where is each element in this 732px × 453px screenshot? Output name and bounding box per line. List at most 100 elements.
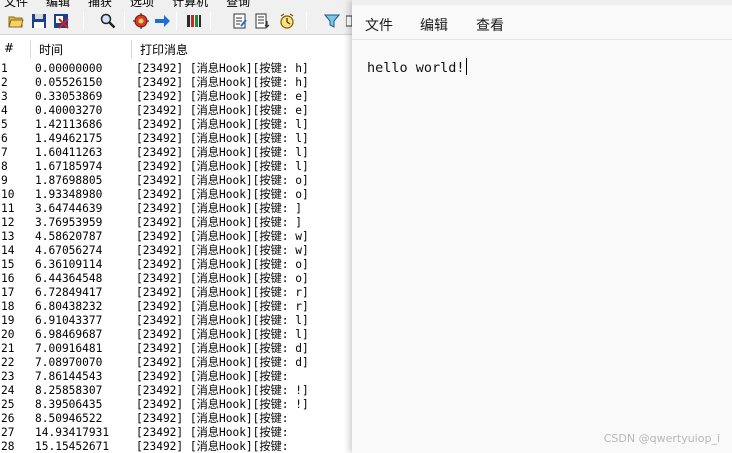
row-message: [23492] [消息Hook][按键: ]: [136, 216, 302, 229]
row-message: [23492] [消息Hook][按键: l]: [136, 314, 309, 327]
clock-icon[interactable]: [279, 13, 295, 29]
row-time: 14.93417931: [35, 426, 110, 439]
log-row[interactable]: 25 8.39506435 [23492] [消息Hook][按键: !]: [0, 398, 352, 412]
row-time: 0.05526150: [35, 76, 103, 89]
row-time: 8.39506435: [35, 398, 103, 411]
capture-kernel-icon[interactable]: [186, 13, 202, 29]
menu-view[interactable]: 查看: [476, 15, 504, 35]
row-time: 6.44364548: [35, 272, 103, 285]
row-time: 6.72849417: [35, 286, 103, 299]
debugview-toolbar: [0, 7, 352, 35]
menu-file[interactable]: 文件: [365, 15, 393, 35]
log-to-file-icon[interactable]: [255, 13, 271, 29]
row-number: 12: [1, 216, 15, 229]
log-row[interactable]: 4 0.40003270 [23492] [消息Hook][按键: e]: [0, 104, 352, 118]
row-number: 26: [1, 412, 15, 425]
open-folder-icon[interactable]: [8, 13, 24, 29]
row-number: 22: [1, 356, 15, 369]
log-row[interactable]: 12 3.76953959 [23492] [消息Hook][按键: ]: [0, 216, 352, 230]
row-time: 6.36109114: [35, 258, 103, 271]
log-row[interactable]: 20 6.98469687 [23492] [消息Hook][按键: l]: [0, 328, 352, 342]
row-number: 24: [1, 384, 15, 397]
notepad-window: 文件 编辑 查看 hello world! CSDN @qwertyuiop_i: [352, 0, 732, 453]
log-row[interactable]: 27 14.93417931 [23492] [消息Hook][按键:: [0, 426, 352, 440]
row-message: [23492] [消息Hook][按键: !]: [136, 384, 309, 397]
row-number: 27: [1, 426, 15, 439]
log-row[interactable]: 2 0.05526150 [23492] [消息Hook][按键: h]: [0, 76, 352, 90]
editor-text: hello world!: [367, 60, 465, 76]
editor-content[interactable]: hello world!: [367, 58, 467, 76]
row-message: [23492] [消息Hook][按键: e]: [136, 104, 309, 117]
row-number: 6: [1, 132, 8, 145]
row-time: 4.67056274: [35, 244, 103, 257]
row-number: 20: [1, 328, 15, 341]
log-row[interactable]: 22 7.08970070 [23492] [消息Hook][按键: d]: [0, 356, 352, 370]
log-row[interactable]: 10 1.93348980 [23492] [消息Hook][按键: o]: [0, 188, 352, 202]
text-editor[interactable]: hello world!: [352, 41, 732, 453]
log-row[interactable]: 1 0.00000000 [23492] [消息Hook][按键: h]: [0, 62, 352, 76]
debugview-menubar: 文件 编辑 捕获 选项 计算机 查询: [0, 0, 352, 9]
row-number: 14: [1, 244, 15, 257]
row-time: 3.64744639: [35, 202, 103, 215]
log-row[interactable]: 23 7.86144543 [23492] [消息Hook][按键:: [0, 370, 352, 384]
row-message: [23492] [消息Hook][按键: e]: [136, 90, 309, 103]
clear-log-icon[interactable]: [53, 13, 69, 29]
log-row[interactable]: 3 0.33053869 [23492] [消息Hook][按键: e]: [0, 90, 352, 104]
log-row[interactable]: 24 8.25858307 [23492] [消息Hook][按键: !]: [0, 384, 352, 398]
row-time: 6.98469687: [35, 328, 103, 341]
log-row[interactable]: 5 1.42113686 [23492] [消息Hook][按键: l]: [0, 118, 352, 132]
log-row[interactable]: 7 1.60411263 [23492] [消息Hook][按键: l]: [0, 146, 352, 160]
properties-icon[interactable]: [232, 13, 248, 29]
row-number: 19: [1, 314, 15, 327]
row-number: 5: [1, 118, 8, 131]
row-message: [23492] [消息Hook][按键:: [136, 440, 289, 453]
row-message: [23492] [消息Hook][按键:: [136, 370, 289, 383]
row-message: [23492] [消息Hook][按键: o]: [136, 174, 309, 187]
log-row[interactable]: 26 8.50946522 [23492] [消息Hook][按键:: [0, 412, 352, 426]
row-number: 16: [1, 272, 15, 285]
log-row[interactable]: 14 4.67056274 [23492] [消息Hook][按键: w]: [0, 244, 352, 258]
capture-icon[interactable]: [133, 13, 149, 29]
row-number: 3: [1, 90, 8, 103]
row-time: 6.91043377: [35, 314, 103, 327]
log-row[interactable]: 8 1.67185974 [23492] [消息Hook][按键: l]: [0, 160, 352, 174]
row-message: [23492] [消息Hook][按键: ]: [136, 202, 302, 215]
row-number: 17: [1, 286, 15, 299]
col-number[interactable]: #: [4, 41, 14, 55]
row-number: 10: [1, 188, 15, 201]
row-number: 2: [1, 76, 8, 89]
log-row[interactable]: 16 6.44364548 [23492] [消息Hook][按键: o]: [0, 272, 352, 286]
log-row[interactable]: 21 7.00916481 [23492] [消息Hook][按键: d]: [0, 342, 352, 356]
log-row[interactable]: 9 1.87698805 [23492] [消息Hook][按键: o]: [0, 174, 352, 188]
save-icon[interactable]: [31, 13, 47, 29]
row-message: [23492] [消息Hook][按键: r]: [136, 300, 309, 313]
column-header: # 时间 打印消息: [0, 38, 352, 60]
log-row[interactable]: 19 6.91043377 [23492] [消息Hook][按键: l]: [0, 314, 352, 328]
row-message: [23492] [消息Hook][按键:: [136, 426, 289, 439]
log-row[interactable]: 6 1.49462175 [23492] [消息Hook][按键: l]: [0, 132, 352, 146]
row-time: 1.49462175: [35, 132, 103, 145]
log-row[interactable]: 13 4.58620787 [23492] [消息Hook][按键: w]: [0, 230, 352, 244]
row-time: 0.00000000: [35, 62, 103, 75]
row-message: [23492] [消息Hook][按键: w]: [136, 244, 309, 257]
row-number: 1: [1, 62, 8, 75]
log-list[interactable]: 1 0.00000000 [23492] [消息Hook][按键: h] 2 0.055…: [0, 62, 352, 453]
menu-edit[interactable]: 编辑: [420, 15, 448, 35]
col-message[interactable]: 打印消息: [140, 41, 188, 58]
row-time: 7.86144543: [35, 370, 103, 383]
log-row[interactable]: 17 6.72849417 [23492] [消息Hook][按键: r]: [0, 286, 352, 300]
row-time: 6.80438232: [35, 300, 103, 313]
row-number: 25: [1, 398, 15, 411]
row-number: 13: [1, 230, 15, 243]
row-message: [23492] [消息Hook][按键: !]: [136, 398, 309, 411]
col-time[interactable]: 时间: [39, 41, 63, 58]
log-row[interactable]: 28 15.15452671 [23492] [消息Hook][按键:: [0, 440, 352, 453]
arrow-right-icon[interactable]: [154, 13, 170, 29]
search-icon[interactable]: [100, 13, 116, 29]
filter-icon[interactable]: [324, 13, 340, 29]
log-row[interactable]: 15 6.36109114 [23492] [消息Hook][按键: o]: [0, 258, 352, 272]
log-row[interactable]: 18 6.80438232 [23492] [消息Hook][按键: r]: [0, 300, 352, 314]
row-number: 21: [1, 342, 15, 355]
log-row[interactable]: 11 3.64744639 [23492] [消息Hook][按键: ]: [0, 202, 352, 216]
row-message: [23492] [消息Hook][按键: h]: [136, 62, 309, 75]
